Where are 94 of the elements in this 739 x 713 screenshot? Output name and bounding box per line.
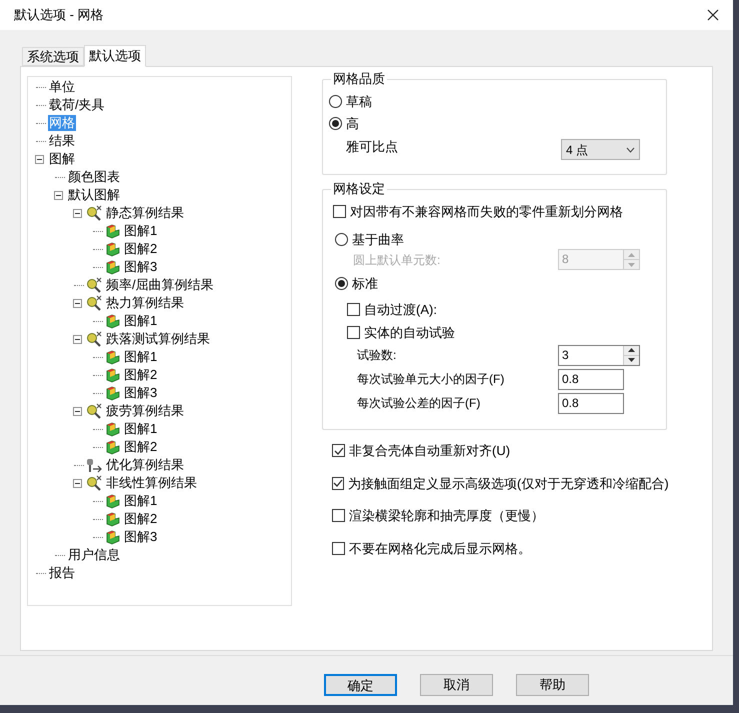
checkbox-label: 自动过渡(A): <box>364 300 437 319</box>
collapse-toggle[interactable] <box>72 478 82 488</box>
radio-label: 草稿 <box>346 93 372 111</box>
tree-item[interactable]: 跌落测试算例结果 <box>105 331 211 347</box>
plot-icon <box>105 421 121 437</box>
radio-button[interactable] <box>329 116 342 130</box>
plot-icon <box>105 493 121 509</box>
trials-spinbox[interactable]: 3 <box>558 344 640 366</box>
tree-item[interactable]: 图解2 <box>123 511 158 527</box>
tree-item[interactable]: 图解2 <box>123 241 158 257</box>
plot-icon <box>105 349 121 365</box>
tree-item[interactable]: 用户信息 <box>67 547 121 563</box>
group-title: 网格设定 <box>331 181 387 197</box>
checkbox-label: 实体的自动试验 <box>364 324 455 342</box>
collapse-toggle[interactable] <box>54 190 62 200</box>
collapse-toggle[interactable] <box>72 334 82 344</box>
tree-item[interactable]: 图解1 <box>123 223 158 239</box>
collapse-toggle[interactable] <box>72 406 82 416</box>
tree-item[interactable]: 图解3 <box>123 385 158 401</box>
radio-label: 高 <box>346 114 359 132</box>
collapse-toggle[interactable] <box>34 154 44 164</box>
field-label: 每次试验公差的因子(F) <box>357 395 480 412</box>
checkbox-label: 为接触面组定义显示高级选项(仅对于无穿透和冷缩配合) <box>348 474 669 493</box>
tree-item[interactable]: 图解 <box>48 151 76 167</box>
plot-icon <box>105 259 121 275</box>
dialog-button[interactable]: 取消 <box>420 674 493 696</box>
tab[interactable]: 系统选项 <box>22 47 84 66</box>
magnifier-icon <box>86 205 103 221</box>
radio-button[interactable] <box>335 277 348 290</box>
tree-item[interactable]: 默认图解 <box>67 187 121 203</box>
tree-item[interactable]: 载荷/夹具 <box>48 97 106 113</box>
checkbox[interactable] <box>333 205 346 218</box>
magnifier-icon <box>86 475 103 491</box>
tree-item[interactable]: 单位 <box>48 79 76 95</box>
tree-item[interactable]: 图解1 <box>123 421 158 437</box>
radio-button[interactable] <box>329 95 342 108</box>
field-label: 试验数: <box>357 347 396 364</box>
checkbox[interactable] <box>347 302 360 316</box>
checkbox[interactable] <box>332 444 345 458</box>
plot-icon <box>105 241 121 257</box>
tree-item[interactable]: 图解3 <box>123 259 158 275</box>
plot-icon <box>105 529 121 545</box>
radio-label: 标准 <box>352 275 378 293</box>
jacobian-dropdown[interactable]: 4 点 <box>561 139 640 160</box>
tree-item[interactable]: 静态算例结果 <box>105 205 185 221</box>
dialog-button[interactable]: 确定 <box>324 674 397 696</box>
tree-item[interactable]: 图解1 <box>123 313 158 329</box>
checkbox[interactable] <box>332 476 344 490</box>
group-title: 网格品质 <box>331 71 387 87</box>
collapse-toggle[interactable] <box>72 208 82 218</box>
checkbox-label: 对因带有不兼容网格而失败的零件重新划分网格 <box>350 203 623 221</box>
tree-item[interactable]: 优化算例结果 <box>105 457 185 473</box>
up-arrow-icon[interactable] <box>628 348 635 352</box>
tab[interactable]: 默认选项 <box>84 45 146 67</box>
magnifier-icon <box>86 295 103 311</box>
tree-item[interactable]: 非线性算例结果 <box>105 475 198 491</box>
magnifier-icon <box>86 331 103 347</box>
checkbox[interactable] <box>332 542 345 555</box>
tree-item[interactable]: 图解2 <box>123 367 158 383</box>
checkbox[interactable] <box>332 509 345 522</box>
checkbox-label: 非复合壳体自动重新对齐(U) <box>349 442 510 460</box>
magnifier-icon <box>86 403 103 419</box>
close-icon[interactable] <box>707 9 719 21</box>
tree-item[interactable]: 热力算例结果 <box>105 295 185 311</box>
dialog-button[interactable]: 帮助 <box>516 674 589 696</box>
tree-item[interactable]: 频率/屈曲算例结果 <box>105 277 215 293</box>
tree-item[interactable]: 图解2 <box>123 439 158 455</box>
collapse-toggle[interactable] <box>72 298 82 308</box>
window-title: 默认选项 - 网格 <box>14 6 104 24</box>
elements-on-circle-label: 圆上默认单元数: <box>353 252 440 268</box>
tree-item[interactable]: 疲劳算例结果 <box>105 403 185 419</box>
checkbox[interactable] <box>347 326 360 340</box>
chevron-down-icon <box>626 146 635 152</box>
tree-item[interactable]: 颜色图表 <box>67 169 121 185</box>
plot-icon <box>105 223 121 239</box>
tree-item[interactable]: 图解1 <box>123 493 158 509</box>
checkbox-label: 不要在网格化完成后显示网格。 <box>349 540 531 558</box>
input-field[interactable]: 0.8 <box>558 392 624 414</box>
plot-icon <box>105 511 121 527</box>
tree-item[interactable]: 图解3 <box>123 529 158 545</box>
jacobian-label: 雅可比点 <box>346 138 398 156</box>
tree-item[interactable]: 图解1 <box>123 349 158 365</box>
tree-item[interactable]: 报告 <box>48 565 76 581</box>
field-label: 每次试验单元大小的因子(F) <box>357 371 504 388</box>
plot-icon <box>105 439 121 455</box>
magnifier-icon <box>86 277 103 293</box>
input-field[interactable]: 0.8 <box>558 368 624 390</box>
plot-icon <box>105 313 121 329</box>
tree-item[interactable]: 结果 <box>48 133 76 149</box>
down-arrow-icon[interactable] <box>628 358 635 362</box>
plot-icon <box>105 367 121 383</box>
checkbox-label: 渲染横梁轮廓和抽壳厚度（更慢） <box>349 507 544 525</box>
plot-icon <box>105 385 121 401</box>
radio-label: 基于曲率 <box>352 230 404 248</box>
